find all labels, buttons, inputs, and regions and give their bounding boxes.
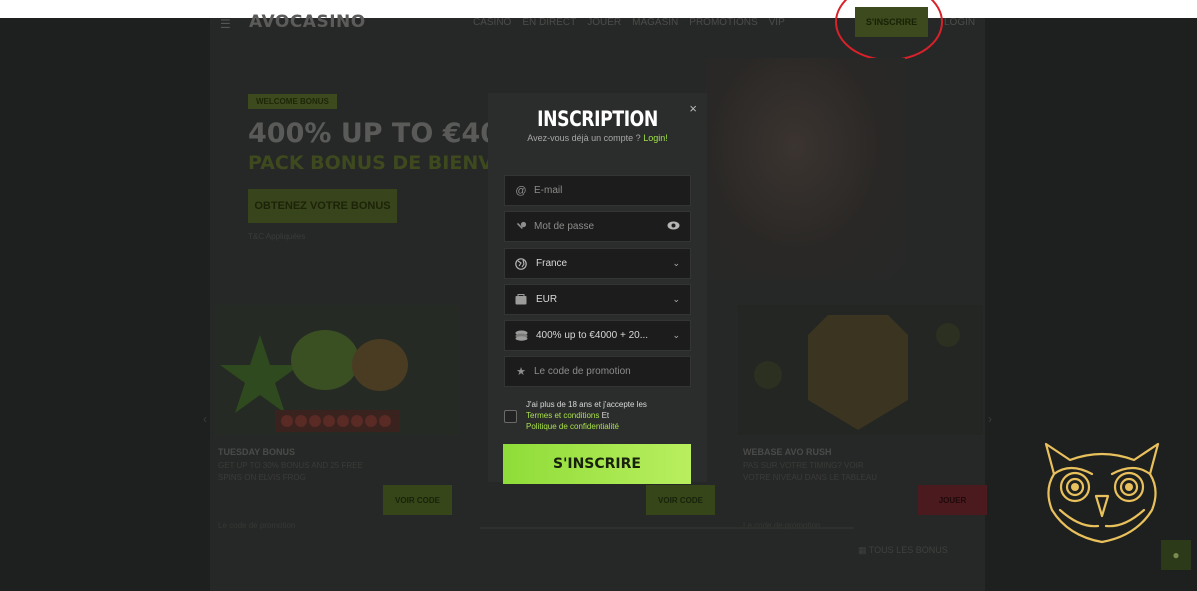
login-link[interactable]: Login! (643, 133, 668, 143)
email-field[interactable]: @ E-mail (504, 175, 691, 206)
top-blank-strip (0, 0, 1197, 18)
bonus-select[interactable]: 400% up to €4000 + 20... ⌄ (504, 320, 691, 351)
terms-and: Et (599, 411, 610, 420)
card-title-avo-rush: WEBASE AVO RUSH (743, 447, 832, 457)
promo-code-placeholder: Le code de promotion (534, 366, 631, 377)
star-icon: ★ (516, 366, 526, 378)
modal-subtitle: Avez-vous déjà un compte ? Login! (488, 133, 707, 143)
bonus-value: 400% up to €4000 + 20... (536, 330, 649, 341)
at-icon: @ (515, 184, 527, 197)
carousel-next-icon[interactable]: › (988, 412, 992, 426)
all-bonuses-link[interactable]: ▦ TOUS LES BONUS (858, 545, 948, 556)
main-nav: CASINO EN DIRECT JOUER MAGASIN PROMOTION… (473, 17, 785, 28)
chat-icon[interactable]: ● (1161, 540, 1191, 570)
privacy-policy-link[interactable]: Politique de confidentialité (526, 421, 647, 432)
nav-item-casino[interactable]: CASINO (473, 17, 511, 28)
card-code-button-1[interactable]: VOIR CODE (383, 485, 452, 515)
card-code-button-2[interactable]: VOIR CODE (646, 485, 715, 515)
card-desc-tuesday: GET UP TO 30% BONUS AND 25 FREE SPINS ON… (218, 461, 363, 482)
hero-terms-note: T&C Appliquées (248, 232, 306, 241)
key-icon (514, 221, 528, 233)
card-title-tuesday: TUESDAY BONUS (218, 447, 296, 457)
country-value: France (536, 258, 568, 269)
card-image-avo-rush (738, 305, 983, 435)
country-select[interactable]: France ⌄ (504, 248, 691, 279)
nav-item-play[interactable]: JOUER (587, 17, 621, 28)
eye-icon[interactable] (667, 221, 680, 232)
promo-code-field[interactable]: ★ Le code de promotion (504, 356, 691, 387)
all-bonuses-label: TOUS LES BONUS (868, 545, 948, 555)
card-image-elvis-frog (215, 305, 460, 435)
nav-item-promotions[interactable]: PROMOTIONS (689, 17, 757, 28)
card-divider (480, 527, 854, 529)
nav-item-vip[interactable]: VIP (769, 17, 785, 28)
carousel-prev-icon[interactable]: ‹ (203, 412, 207, 426)
coins-icon (514, 330, 528, 341)
wallet-icon (514, 294, 528, 305)
site-logo[interactable]: AVOCASINO (249, 12, 366, 32)
card-play-button[interactable]: JOUER (918, 485, 987, 515)
hero-character-image (705, 58, 905, 280)
currency-select[interactable]: EUR ⌄ (504, 284, 691, 315)
currency-value: EUR (536, 294, 558, 305)
register-submit-button[interactable]: S'INSCRIRE (503, 444, 691, 484)
owl-logo (1044, 442, 1160, 544)
hero-bonus-button[interactable]: OBTENEZ VOTRE BONUS (248, 189, 397, 223)
terms-text: J'ai plus de 18 ans et j'accepte les Ter… (526, 399, 647, 432)
modal-title: INSCRIPTION (537, 107, 658, 131)
terms-conditions-link[interactable]: Termes et conditions (526, 411, 599, 420)
menu-icon[interactable]: ☰ (220, 17, 231, 31)
terms-line1: J'ai plus de 18 ans et j'accepte les (526, 400, 647, 409)
chevron-down-icon: ⌄ (672, 258, 680, 268)
has-account-text: Avez-vous déjà un compte ? (527, 133, 641, 143)
chevron-down-icon: ⌄ (672, 294, 680, 304)
nav-item-live[interactable]: EN DIRECT (522, 17, 576, 28)
registration-modal: × INSCRIPTION Avez-vous déjà un compte ?… (488, 93, 707, 484)
nav-item-shop[interactable]: MAGASIN (632, 17, 678, 28)
header-login-link[interactable]: LOGIN (944, 17, 975, 28)
card-promo-field-1[interactable]: Le code de promotion (218, 521, 295, 530)
hero-badge: WELCOME BONUS (248, 94, 337, 109)
password-field[interactable]: Mot de passe (504, 211, 691, 242)
terms-checkbox[interactable] (504, 410, 517, 423)
password-placeholder: Mot de passe (534, 221, 595, 232)
card-desc-avo-rush: PAS SUR VOTRE TIMING? VOIR VOTRE NIVEAU … (743, 461, 877, 482)
chevron-down-icon: ⌄ (672, 330, 680, 340)
close-icon[interactable]: × (689, 101, 697, 116)
email-placeholder: E-mail (534, 185, 563, 196)
globe-icon (514, 257, 528, 270)
